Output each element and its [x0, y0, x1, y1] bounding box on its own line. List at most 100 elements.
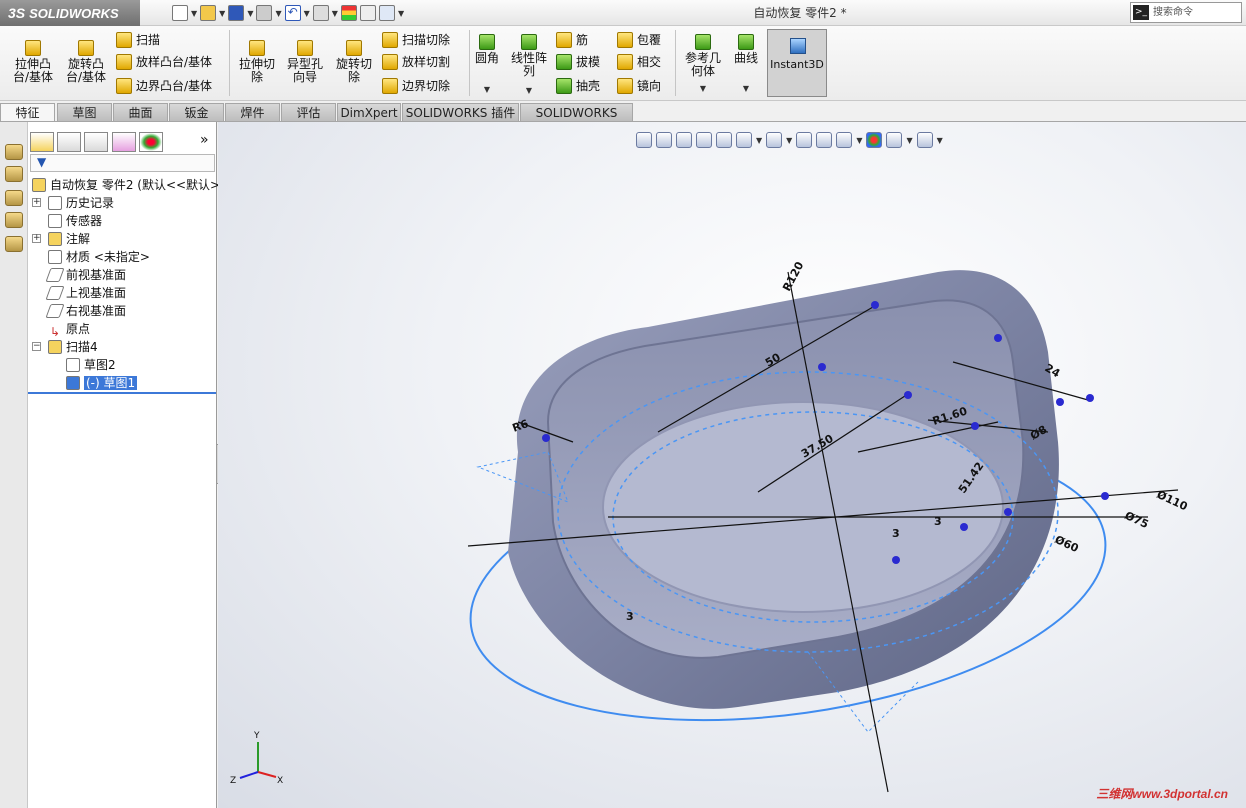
tree-item-sketch1[interactable]: (-) 草图1: [66, 374, 138, 392]
tools-shortcut-icon[interactable]: [5, 236, 23, 252]
model-canvas[interactable]: R120 50 R6 37.50 R1.60 24 Ø8 51.42 Ø110 …: [218, 122, 1246, 808]
dim-label[interactable]: Ø75: [1123, 509, 1151, 531]
instant3d-button[interactable]: Instant3D: [767, 29, 827, 97]
chevron-down-icon[interactable]: ▼: [472, 83, 502, 96]
configuration-tab-icon[interactable]: [84, 132, 108, 152]
expand-toggle[interactable]: +: [32, 234, 41, 243]
plane-icon: [45, 268, 65, 282]
chevron-down-icon[interactable]: ▼: [219, 9, 225, 18]
tab-solidworks-mbd[interactable]: SOLIDWORKS MBD: [520, 103, 633, 138]
print-icon[interactable]: [256, 5, 273, 21]
dim-label[interactable]: Ø60: [1053, 533, 1081, 555]
tree-item-sweep4[interactable]: − 扫描4: [32, 338, 98, 356]
swept-cut-button[interactable]: 扫描切除: [382, 30, 450, 50]
triad-x-label: X: [277, 776, 283, 786]
curves-button[interactable]: 曲线 ▼: [730, 34, 762, 95]
tab-sketch[interactable]: 草图: [57, 103, 112, 122]
rib-icon: [556, 32, 572, 48]
solidworks-logo[interactable]: 3S SOLIDWORKS: [0, 0, 140, 26]
terminal-icon: >_: [1133, 5, 1149, 20]
search-commands-input[interactable]: >_ 搜索命令: [1130, 2, 1242, 23]
dim-label[interactable]: 3: [934, 515, 942, 528]
graphics-viewport[interactable]: ▼ ▼ ▼ ▼ ▼ R120 50 R6 37.50 R1.60 24 Ø8 5…: [218, 122, 1246, 808]
wrap-button[interactable]: 包覆: [617, 30, 661, 50]
tree-root-part[interactable]: 自动恢复 零件2 (默认<<默认>: [32, 176, 220, 194]
tree-item-annotations[interactable]: + 注解: [32, 230, 90, 248]
collapse-toggle[interactable]: −: [32, 342, 41, 351]
dim-label[interactable]: R120: [780, 259, 806, 293]
tab-evaluate[interactable]: 评估: [281, 103, 336, 122]
revolve-boss-button[interactable]: 旋转凸 台/基体: [60, 40, 112, 84]
shell-icon: [556, 78, 572, 94]
chevron-down-icon[interactable]: ▼: [191, 9, 197, 18]
tab-surfaces[interactable]: 曲面: [113, 103, 168, 122]
boundary-cut-button[interactable]: 边界切除: [382, 76, 450, 96]
tree-item-top-plane[interactable]: 上视基准面: [45, 284, 126, 302]
tab-weldments[interactable]: 焊件: [225, 103, 280, 122]
new-document-icon[interactable]: [172, 5, 188, 21]
chevron-down-icon[interactable]: ▼: [730, 82, 762, 95]
filter-icon: ▼: [37, 155, 47, 169]
revolve-shortcut-icon[interactable]: [5, 190, 23, 206]
lofted-cut-button[interactable]: 放样切割: [382, 52, 450, 72]
hole-wizard-button[interactable]: 异型孔 向导: [282, 40, 328, 84]
revolve-cut-icon: [346, 40, 362, 56]
ribbon-divider: [469, 30, 470, 96]
chevron-down-icon[interactable]: ▼: [508, 84, 550, 97]
display-manager-tab-icon[interactable]: [139, 132, 163, 152]
tree-item-sketch2[interactable]: 草图2: [66, 356, 116, 374]
fillet-button[interactable]: 圆角 ▼: [472, 34, 502, 96]
save-icon[interactable]: [228, 5, 245, 21]
loft-shortcut-icon[interactable]: [5, 212, 23, 228]
dimxpert-tab-icon[interactable]: [112, 132, 136, 152]
intersect-button[interactable]: 相交: [617, 52, 661, 72]
chevron-down-icon[interactable]: ▼: [680, 82, 726, 95]
property-manager-tab-icon[interactable]: [57, 132, 81, 152]
feature-tree-tab-icon[interactable]: [30, 132, 54, 152]
tree-item-right-plane[interactable]: 右视基准面: [45, 302, 126, 320]
sketch-icon: [66, 358, 80, 372]
reference-geometry-button[interactable]: 参考几 何体 ▼: [680, 34, 726, 95]
options-icon[interactable]: [378, 5, 395, 21]
rib-button[interactable]: 筋: [556, 30, 588, 50]
boundary-boss-button[interactable]: 边界凸台/基体: [116, 76, 212, 96]
chevron-down-icon[interactable]: ▼: [398, 9, 404, 18]
linear-pattern-button[interactable]: 线性阵 列 ▼: [508, 34, 550, 97]
dim-label[interactable]: 3: [892, 527, 900, 540]
revolve-cut-button[interactable]: 旋转切 除: [331, 40, 377, 84]
tree-item-origin[interactable]: ↳ 原点: [48, 320, 90, 339]
rebuild-icon[interactable]: [340, 5, 357, 21]
file-properties-icon[interactable]: [359, 5, 376, 21]
expand-toggle[interactable]: +: [32, 198, 41, 207]
tab-features[interactable]: 特征: [0, 103, 55, 123]
curve-shortcut-icon[interactable]: [5, 166, 23, 182]
chevron-down-icon[interactable]: ▼: [275, 9, 281, 18]
tree-item-material[interactable]: 材质 <未指定>: [48, 248, 150, 266]
select-pointer-icon[interactable]: [312, 5, 329, 21]
mirror-button[interactable]: 镜向: [617, 76, 661, 96]
loft-boss-button[interactable]: 放样凸台/基体: [116, 52, 212, 72]
dim-label[interactable]: Ø110: [1155, 488, 1190, 514]
sweep-shortcut-icon[interactable]: [5, 144, 23, 160]
shell-button[interactable]: 抽壳: [556, 76, 600, 96]
chevron-down-icon[interactable]: ▼: [304, 9, 310, 18]
curves-icon: [738, 34, 754, 50]
chevron-down-icon[interactable]: ▼: [247, 9, 253, 18]
tree-item-front-plane[interactable]: 前视基准面: [45, 266, 126, 284]
sweep-button[interactable]: 扫描: [116, 30, 160, 50]
extrude-cut-button[interactable]: 拉伸切 除: [234, 40, 280, 84]
chevron-down-icon[interactable]: ▼: [332, 9, 338, 18]
tree-filter-input[interactable]: ▼: [30, 154, 215, 172]
tab-sheet-metal[interactable]: 钣金: [169, 103, 224, 122]
undo-icon[interactable]: ↶: [284, 5, 301, 21]
expand-panel-icon[interactable]: »: [200, 132, 209, 148]
extrude-boss-button[interactable]: 拉伸凸 台/基体: [6, 40, 60, 84]
rollback-bar[interactable]: [28, 392, 216, 394]
dim-label[interactable]: 3: [626, 610, 634, 623]
tab-solidworks-addins[interactable]: SOLIDWORKS 插件: [402, 103, 519, 122]
open-folder-icon[interactable]: [200, 5, 217, 21]
tab-dimxpert[interactable]: DimXpert: [337, 103, 401, 122]
tree-item-history[interactable]: + 历史记录: [32, 194, 114, 212]
tree-item-sensors[interactable]: 传感器: [48, 212, 102, 230]
draft-button[interactable]: 拔模: [556, 52, 600, 72]
